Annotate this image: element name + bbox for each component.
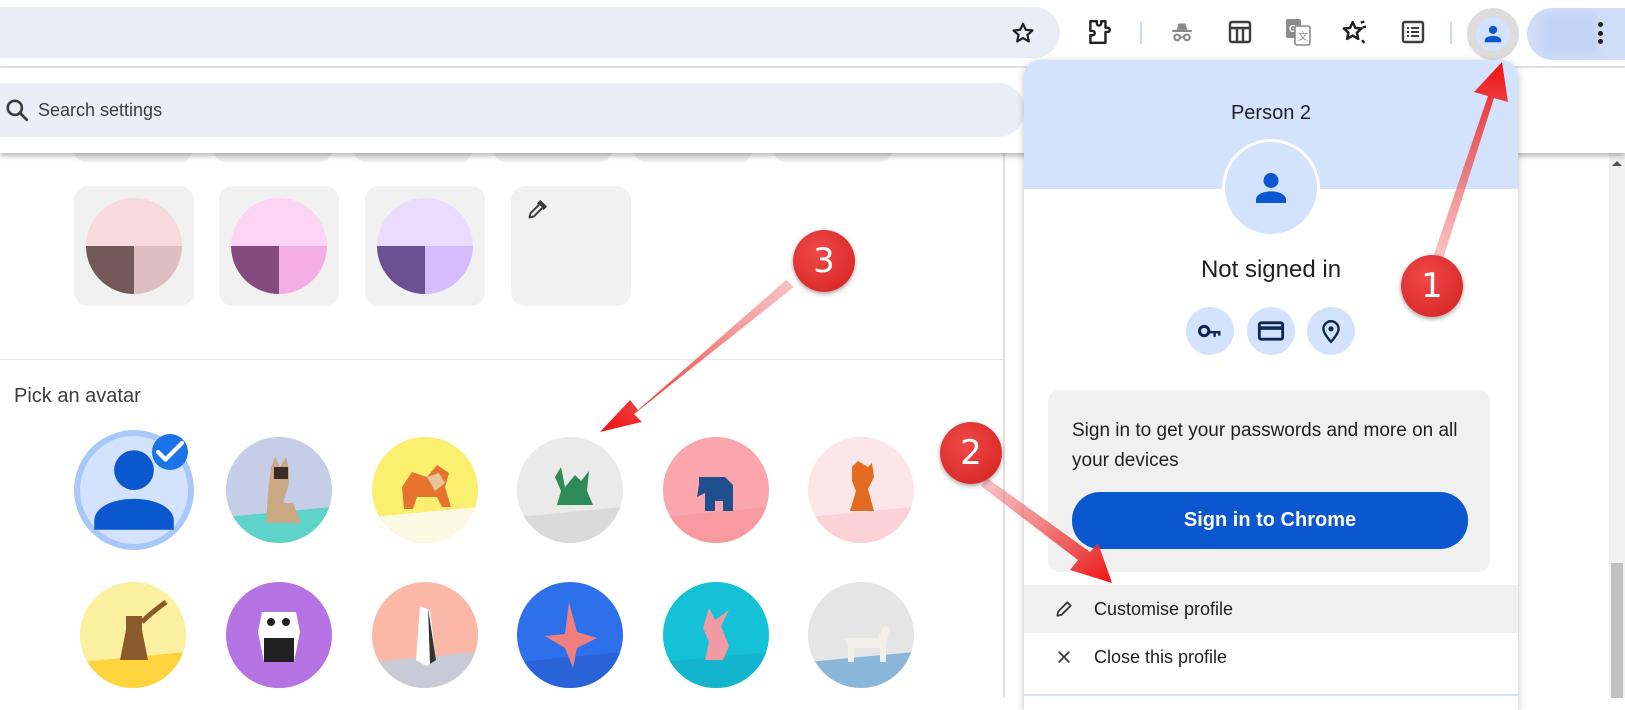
close-icon bbox=[1052, 645, 1076, 669]
location-pin-icon bbox=[1322, 320, 1340, 344]
close-profile-label: Close this profile bbox=[1094, 646, 1228, 667]
swatch-bottom-right bbox=[134, 246, 182, 294]
addresses-button[interactable] bbox=[1307, 307, 1355, 355]
profile-avatar bbox=[1222, 139, 1320, 237]
panda-illustration bbox=[226, 582, 332, 688]
profile-name: Person 2 bbox=[1230, 102, 1312, 124]
avatar-option-cat[interactable] bbox=[226, 437, 332, 543]
swatch-top bbox=[231, 198, 327, 246]
corgi-illustration bbox=[372, 437, 478, 543]
passwords-button[interactable] bbox=[1186, 307, 1234, 355]
annotation-badge-3: 3 bbox=[793, 230, 855, 292]
eyedropper-icon bbox=[528, 200, 547, 219]
credit-card-icon bbox=[1257, 321, 1285, 341]
section-divider bbox=[0, 359, 1005, 360]
avatar-option-dragon[interactable] bbox=[517, 437, 623, 543]
check-icon bbox=[152, 434, 188, 470]
custom-color-tile[interactable] bbox=[511, 186, 631, 306]
search-icon bbox=[6, 99, 29, 122]
swatch-top bbox=[377, 198, 473, 246]
profile-menu-popup: Person 2 Not signed in Sign in to get yo… bbox=[1024, 60, 1518, 710]
signin-card: Sign in to get your passwords and more o… bbox=[1048, 390, 1490, 572]
scrollbar[interactable] bbox=[1609, 153, 1625, 698]
avatar-option-rabbit[interactable] bbox=[663, 582, 769, 688]
close-profile-item[interactable]: Close this profile bbox=[1024, 633, 1518, 681]
pencil-icon bbox=[1052, 597, 1076, 621]
account-name-chip[interactable] bbox=[1527, 8, 1625, 60]
sign-in-to-chrome-button[interactable]: Sign in to Chrome bbox=[1072, 492, 1468, 549]
person-icon bbox=[1484, 25, 1502, 43]
monkey-illustration bbox=[80, 582, 186, 688]
avatar-option-corgi[interactable] bbox=[372, 437, 478, 543]
layout-icon[interactable] bbox=[1226, 18, 1254, 46]
customise-profile-item[interactable]: Customise profile bbox=[1024, 585, 1518, 633]
bookmarks-star-list-icon[interactable] bbox=[1341, 18, 1369, 46]
incognito-icon[interactable] bbox=[1168, 18, 1196, 46]
translate-icon[interactable]: G文 bbox=[1284, 18, 1312, 46]
butterfly-illustration bbox=[517, 582, 623, 688]
svg-text:文: 文 bbox=[1298, 30, 1308, 43]
fox-illustration bbox=[808, 437, 914, 543]
elephant-illustration bbox=[663, 437, 769, 543]
annotation-badge-2: 2 bbox=[940, 422, 1002, 484]
avatar-option-butterfly[interactable] bbox=[517, 582, 623, 688]
settings-content: Pick an avatar bbox=[0, 150, 1005, 698]
cat-illustration bbox=[226, 437, 332, 543]
avatar-option-default[interactable] bbox=[74, 430, 194, 550]
more-vert-icon[interactable] bbox=[1593, 18, 1607, 48]
person-icon bbox=[1256, 173, 1286, 203]
swatch-top bbox=[86, 198, 182, 246]
toolbar-separator bbox=[1450, 22, 1452, 44]
avatar-option-monkey[interactable] bbox=[80, 582, 186, 688]
address-bar[interactable] bbox=[0, 7, 1060, 58]
popup-divider bbox=[1024, 694, 1518, 696]
swatch-bottom-left bbox=[86, 246, 134, 294]
pane-divider bbox=[1003, 153, 1005, 698]
key-icon bbox=[1197, 324, 1221, 338]
search-input[interactable] bbox=[38, 99, 938, 121]
scrollbar-thumb[interactable] bbox=[1611, 563, 1623, 698]
avatar-option-panda[interactable] bbox=[226, 582, 332, 688]
avatar-option-penguin[interactable] bbox=[372, 582, 478, 688]
profile-button[interactable] bbox=[1467, 8, 1519, 60]
scroll-up-arrow-icon[interactable] bbox=[1612, 161, 1622, 166]
toolbar-separator bbox=[1140, 22, 1142, 44]
avatar-heading: Pick an avatar bbox=[14, 385, 141, 407]
dragon-illustration bbox=[517, 437, 623, 543]
rabbit-illustration bbox=[663, 582, 769, 688]
search-box[interactable] bbox=[0, 83, 1025, 137]
reading-list-icon[interactable] bbox=[1399, 18, 1427, 46]
bookmark-star-icon[interactable] bbox=[1010, 20, 1036, 46]
puzzle-icon[interactable] bbox=[1085, 18, 1113, 46]
color-tile-lavender[interactable] bbox=[365, 186, 485, 306]
swatch-bottom-right bbox=[425, 246, 473, 294]
penguin-illustration bbox=[372, 582, 478, 688]
annotation-badge-1: 1 bbox=[1401, 255, 1463, 317]
color-tile-pink[interactable] bbox=[74, 186, 194, 306]
swatch-bottom-right bbox=[279, 246, 327, 294]
payment-methods-button[interactable] bbox=[1247, 307, 1295, 355]
unicorn-illustration bbox=[808, 582, 914, 688]
avatar-option-fox[interactable] bbox=[808, 437, 914, 543]
color-tile-magenta[interactable] bbox=[219, 186, 339, 306]
browser-toolbar: G文 bbox=[0, 0, 1625, 66]
swatch-bottom-left bbox=[377, 246, 425, 294]
swatch-bottom-left bbox=[231, 246, 279, 294]
signin-prompt: Sign in to get your passwords and more o… bbox=[1072, 420, 1458, 471]
avatar-option-elephant[interactable] bbox=[663, 437, 769, 543]
avatar-option-unicorn[interactable] bbox=[808, 582, 914, 688]
customise-profile-label: Customise profile bbox=[1094, 598, 1234, 619]
